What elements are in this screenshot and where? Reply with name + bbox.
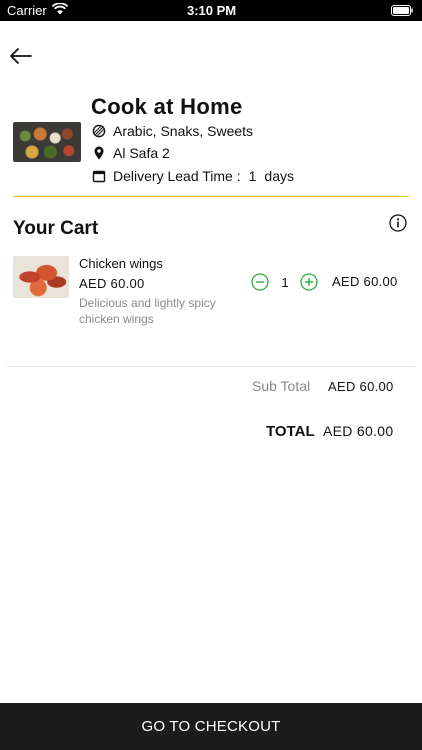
cuisine-row: Arabic, Snaks, Sweets — [92, 122, 253, 140]
arrow-left-icon — [10, 48, 32, 64]
restaurant-image — [13, 122, 81, 162]
calendar-icon — [92, 170, 106, 183]
item-price: AED 60.00 — [79, 276, 145, 291]
location-pin-icon — [94, 146, 104, 160]
header-divider — [13, 196, 409, 197]
wifi-icon — [52, 3, 68, 15]
status-time: 3:10 PM — [187, 3, 237, 18]
info-icon — [389, 214, 407, 232]
info-button[interactable] — [389, 214, 407, 232]
lead-time-label: Delivery Lead Time : — [113, 168, 241, 184]
total-value: AED 60.00 — [323, 423, 394, 439]
cuisine-text: Arabic, Snaks, Sweets — [113, 123, 254, 139]
status-bar: Carrier 3:10 PM — [0, 0, 422, 21]
lead-time-row: Delivery Lead Time : 1 days — [92, 167, 294, 185]
increase-quantity-button[interactable] — [300, 273, 318, 291]
cart-title: Your Cart — [13, 218, 99, 239]
quantity-value: 1 — [281, 275, 289, 290]
location-text: Al Safa 2 — [113, 145, 170, 161]
decrease-quantity-button[interactable] — [251, 273, 269, 291]
subtotal-value: AED 60.00 — [328, 379, 394, 394]
subtotal-label: Sub Total — [252, 378, 311, 394]
restaurant-name: Cook at Home — [91, 94, 243, 119]
cart-screen: Carrier 3:10 PM Cook at Home Arabic, Sna… — [0, 0, 422, 750]
item-name: Chicken wings — [79, 256, 163, 271]
total-label: TOTAL — [266, 423, 315, 440]
summary-divider — [7, 366, 415, 367]
lead-time-unit: days — [264, 168, 294, 184]
item-image — [13, 256, 69, 298]
minus-icon — [251, 273, 269, 291]
battery-icon — [391, 5, 413, 16]
location-row: Al Safa 2 — [92, 144, 170, 162]
item-description: Delicious and lightly spicy chicken wing… — [79, 296, 216, 326]
checkout-button[interactable]: GO TO CHECKOUT — [0, 703, 422, 750]
cuisine-icon — [92, 124, 106, 138]
carrier-label: Carrier — [7, 3, 47, 18]
lead-time-value: 1 — [248, 168, 257, 184]
plus-icon — [300, 273, 318, 291]
back-button[interactable] — [8, 44, 34, 68]
item-total: AED 60.00 — [332, 274, 398, 289]
